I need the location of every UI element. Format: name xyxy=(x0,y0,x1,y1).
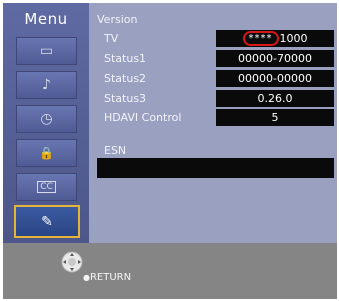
menu-item-setup[interactable]: ✎ xyxy=(14,205,80,238)
masked-digits: **** xyxy=(242,31,279,46)
version-title: Version xyxy=(97,13,138,26)
menu-item-picture[interactable]: ▭ xyxy=(16,37,77,65)
row-label-tv: TV xyxy=(104,32,119,45)
esn-value-box xyxy=(97,158,334,178)
value-hdavi: 5 xyxy=(216,109,334,126)
value-status1: 00000-70000 xyxy=(216,50,334,67)
remote-dpad-icon xyxy=(61,251,83,273)
menu-sidebar: Menu ▭ ♪ ◷ 🔒 CC ✎ xyxy=(3,3,89,243)
menu-item-timer[interactable]: ◷ xyxy=(16,105,77,133)
row-label-status2: Status2 xyxy=(104,72,147,85)
version-panel: Version TV **** 1000 Status1 00000-70000 … xyxy=(89,3,337,243)
value-tv-text: 1000 xyxy=(279,32,308,45)
row-label-status3: Status3 xyxy=(104,92,147,105)
setup-icon: ✎ xyxy=(41,213,53,230)
sound-icon: ♪ xyxy=(42,77,51,93)
menu-item-sound[interactable]: ♪ xyxy=(16,71,77,99)
closed-caption-icon: CC xyxy=(37,181,56,193)
picture-icon: ▭ xyxy=(39,43,54,59)
return-button-label[interactable]: ●RETURN xyxy=(83,272,131,283)
lock-icon: 🔒 xyxy=(39,146,54,160)
value-status3: 0.26.0 xyxy=(216,90,334,107)
bottom-bar: ●RETURN xyxy=(3,243,337,299)
row-label-hdavi: HDAVI Control xyxy=(104,111,182,124)
value-tv: **** 1000 xyxy=(216,30,334,47)
row-label-status1: Status1 xyxy=(104,52,147,65)
value-status2: 00000-00000 xyxy=(216,70,334,87)
timer-icon: ◷ xyxy=(40,111,53,127)
menu-item-closed-caption[interactable]: CC xyxy=(16,173,77,201)
menu-title: Menu xyxy=(24,10,68,28)
menu-item-lock[interactable]: 🔒 xyxy=(16,139,77,167)
esn-title: ESN xyxy=(104,144,127,157)
